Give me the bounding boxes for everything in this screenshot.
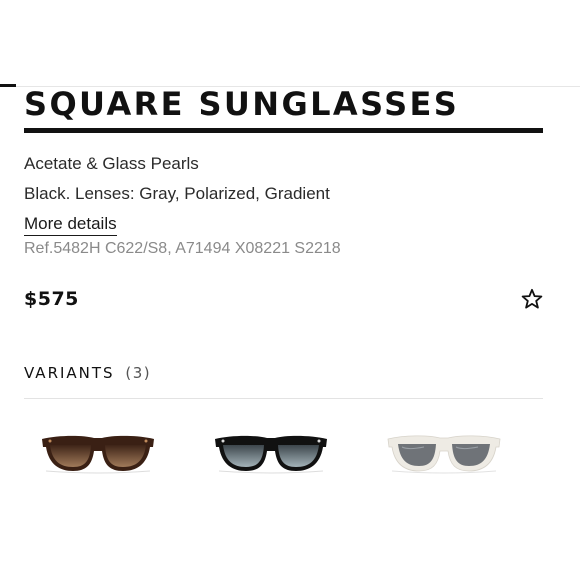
header-accent-mark xyxy=(0,84,16,87)
title-underline xyxy=(24,128,543,133)
product-page: SQUARE SUNGLASSES Acetate & Glass Pearls… xyxy=(0,0,580,580)
variant-black-sunglasses[interactable] xyxy=(211,425,331,485)
more-details-link[interactable]: More details xyxy=(24,213,117,236)
sunglasses-image xyxy=(215,435,327,474)
variant-tortoise-sunglasses[interactable] xyxy=(38,425,158,485)
variant-ivory-sunglasses[interactable] xyxy=(384,425,504,485)
product-reference: Ref.5482H C622/S8, A71494 X08221 S2218 xyxy=(24,240,341,257)
variants-heading: VARIANTS (3) xyxy=(24,364,151,382)
sunglasses-image xyxy=(42,435,154,474)
product-color-lenses: Black. Lenses: Gray, Polarized, Gradient xyxy=(24,184,330,203)
wishlist-star-icon[interactable] xyxy=(520,287,544,311)
product-title: SQUARE SUNGLASSES xyxy=(24,85,460,123)
sunglasses-image xyxy=(387,435,501,474)
product-price: $575 xyxy=(24,288,79,310)
variants-count: (3) xyxy=(125,364,152,382)
product-material: Acetate & Glass Pearls xyxy=(24,154,199,173)
variants-label: VARIANTS xyxy=(24,364,115,382)
variants-divider xyxy=(24,398,543,399)
